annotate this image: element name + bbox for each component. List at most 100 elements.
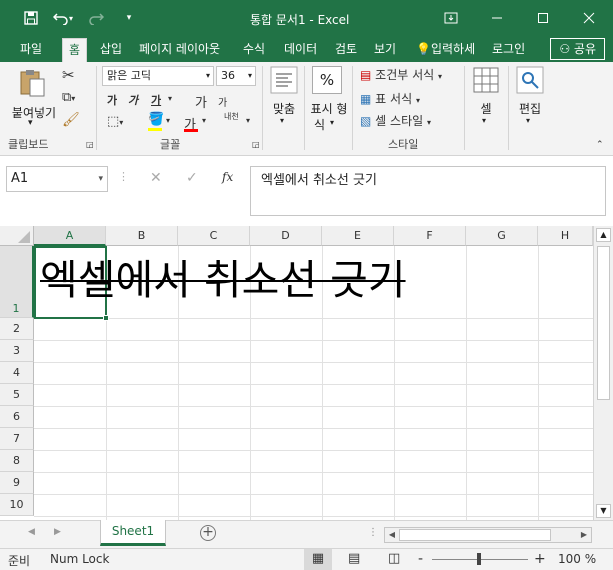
phonetic-button[interactable]: 내천 bbox=[224, 112, 239, 121]
font-launcher-icon[interactable]: ◲ bbox=[252, 140, 260, 149]
page-layout-view-icon[interactable]: ▤ bbox=[348, 551, 360, 566]
horizontal-scrollbar[interactable]: ◀ ▶ bbox=[384, 527, 592, 543]
sheet-prev-icon[interactable]: ◀ bbox=[28, 527, 35, 537]
ribbon-display-icon[interactable] bbox=[440, 8, 462, 28]
worksheet-grid[interactable]: A B C D E F G H 1 2 3 4 5 6 7 8 9 10 엑셀에… bbox=[0, 226, 613, 520]
conditional-formatting-button[interactable]: ▤ 조건부 서식 ▾ bbox=[360, 66, 442, 83]
customize-toolbar-icon[interactable]: ▾ bbox=[118, 8, 140, 28]
sheet-next-icon[interactable]: ▶ bbox=[54, 527, 61, 537]
font-group-label: 글꼴 bbox=[160, 138, 181, 151]
formula-input[interactable]: 엑셀에서 취소선 긋기 bbox=[250, 166, 606, 216]
fill-color-icon[interactable]: 🪣 bbox=[148, 112, 164, 131]
font-color-dropdown-icon[interactable]: ▾ bbox=[202, 116, 206, 125]
format-as-table-button[interactable]: ▦ 표 서식 ▾ bbox=[360, 90, 420, 107]
alignment-button[interactable]: 맞춤 ▾ bbox=[266, 66, 302, 134]
zoom-slider-thumb[interactable] bbox=[477, 553, 481, 565]
editing-label: 편집 bbox=[518, 102, 542, 116]
share-label: 공유 bbox=[573, 42, 596, 56]
font-name-select[interactable]: 맑은 고딕 ▾ bbox=[102, 66, 214, 86]
lightbulb-icon: 💡 bbox=[416, 42, 431, 56]
tab-home[interactable]: 홈 bbox=[62, 38, 88, 62]
collapse-ribbon-icon[interactable]: ⌃ bbox=[596, 140, 604, 150]
number-format-button[interactable]: % 표시 형 식 ▾ bbox=[308, 66, 348, 134]
formula-bar-grip-icon: ⋮ bbox=[118, 170, 129, 183]
maximize-icon[interactable] bbox=[532, 8, 554, 28]
scroll-down-icon[interactable]: ▼ bbox=[596, 504, 611, 518]
increase-font-button[interactable]: 가 bbox=[195, 92, 207, 111]
window-title: 통합 문서1 - Excel bbox=[250, 13, 350, 27]
sheet-tab-bar: ◀ ▶ Sheet1 + ⋮ ◀ ▶ bbox=[0, 520, 613, 548]
tab-file[interactable]: 파일 bbox=[18, 40, 44, 60]
tab-review[interactable]: 검토 bbox=[333, 40, 359, 60]
close-icon[interactable] bbox=[578, 8, 600, 28]
cancel-icon[interactable]: ✕ bbox=[150, 170, 162, 186]
horizontal-scroll-thumb[interactable] bbox=[399, 529, 551, 541]
format-painter-icon[interactable]: 🖌 bbox=[62, 112, 80, 128]
phonetic-dropdown-icon[interactable]: ▾ bbox=[246, 116, 250, 125]
number-label-1: 표시 형 bbox=[310, 102, 348, 116]
scroll-right-icon[interactable]: ▶ bbox=[577, 528, 591, 542]
borders-icon[interactable]: ⬚▾ bbox=[107, 114, 123, 129]
cut-icon[interactable]: ✂ bbox=[62, 66, 75, 84]
ribbon-tabs: 파일 홈 삽입 페이지 레이아웃 수식 데이터 검토 보기 💡입력하세 로그인 … bbox=[0, 36, 613, 62]
chevron-down-icon: ▾ bbox=[98, 174, 103, 184]
cell-styles-button[interactable]: ▧ 셀 스타일 ▾ bbox=[360, 112, 431, 129]
undo-dropdown-icon[interactable]: ▾ bbox=[66, 8, 76, 28]
separator bbox=[508, 66, 509, 150]
underline-dropdown-icon[interactable]: ▾ bbox=[168, 94, 172, 103]
vertical-scroll-thumb[interactable] bbox=[597, 246, 610, 400]
scroll-left-icon[interactable]: ◀ bbox=[385, 528, 399, 542]
chevron-down-icon: ▾ bbox=[482, 116, 487, 125]
tab-data[interactable]: 데이터 bbox=[282, 40, 319, 60]
copy-icon[interactable]: ⧉▾ bbox=[62, 90, 75, 105]
decrease-font-button[interactable]: 가 bbox=[218, 94, 227, 109]
paste-dropdown-icon: ▾ bbox=[28, 118, 33, 128]
minimize-icon[interactable] bbox=[486, 8, 508, 28]
zoom-in-button[interactable]: + bbox=[534, 551, 546, 567]
phonetic-label: 내천 bbox=[224, 112, 239, 121]
insert-function-button[interactable]: fx bbox=[222, 170, 233, 184]
underline-button[interactable]: 가 bbox=[151, 92, 161, 108]
tab-insert[interactable]: 삽입 bbox=[98, 40, 124, 60]
chevron-down-icon: ▾ bbox=[205, 71, 210, 80]
status-numlock: Num Lock bbox=[50, 552, 110, 566]
normal-view-icon[interactable]: ▦ bbox=[304, 549, 332, 570]
formula-input-value: 엑셀에서 취소선 긋기 bbox=[261, 173, 377, 188]
font-color-swatch bbox=[184, 129, 198, 132]
cells-button[interactable]: 셀 ▾ bbox=[468, 66, 504, 134]
paste-button[interactable]: 붙여넣기 ▾ bbox=[6, 68, 56, 128]
tab-page-layout[interactable]: 페이지 레이아웃 bbox=[137, 40, 222, 60]
vertical-scrollbar[interactable]: ▲ ▼ bbox=[593, 226, 613, 520]
save-icon[interactable] bbox=[20, 8, 42, 28]
tab-view[interactable]: 보기 bbox=[372, 40, 398, 60]
font-name-value: 맑은 고딕 bbox=[107, 69, 151, 82]
add-sheet-button[interactable]: + bbox=[200, 525, 216, 541]
share-button[interactable]: ⚇ 공유 bbox=[550, 38, 605, 60]
font-size-select[interactable]: 36 ▾ bbox=[216, 66, 256, 86]
page-break-view-icon[interactable]: ◫ bbox=[388, 551, 400, 566]
tab-split-icon[interactable]: ⋮ bbox=[368, 527, 378, 538]
clipboard-launcher-icon[interactable]: ◲ bbox=[86, 140, 94, 149]
chevron-down-icon: ▾ bbox=[438, 72, 443, 81]
bold-button[interactable]: 가 bbox=[107, 92, 117, 108]
zoom-slider[interactable] bbox=[432, 553, 528, 565]
login-link[interactable]: 로그인 bbox=[490, 40, 527, 60]
italic-button[interactable]: 가 bbox=[128, 92, 138, 108]
font-color-button[interactable]: 가 bbox=[184, 114, 198, 133]
zoom-level[interactable]: 100 % bbox=[558, 552, 596, 566]
editing-button[interactable]: 편집 ▾ bbox=[512, 66, 548, 134]
tell-me-box[interactable]: 💡입력하세 bbox=[414, 40, 477, 60]
sheet-tab[interactable]: Sheet1 bbox=[100, 520, 166, 546]
status-ready: 준비 bbox=[8, 554, 31, 568]
alignment-icon bbox=[270, 66, 298, 94]
redo-icon[interactable] bbox=[85, 8, 107, 28]
styles-group-label: 스타일 bbox=[388, 138, 419, 151]
scroll-up-icon[interactable]: ▲ bbox=[596, 228, 611, 242]
enter-icon[interactable]: ✓ bbox=[186, 170, 198, 186]
tab-formulas[interactable]: 수식 bbox=[241, 40, 267, 60]
zoom-out-button[interactable]: - bbox=[418, 551, 423, 567]
name-box[interactable]: A1 ▾ bbox=[6, 166, 108, 192]
separator bbox=[464, 66, 465, 150]
fill-dropdown-icon[interactable]: ▾ bbox=[166, 116, 170, 125]
chevron-down-icon: ▾ bbox=[280, 116, 285, 125]
